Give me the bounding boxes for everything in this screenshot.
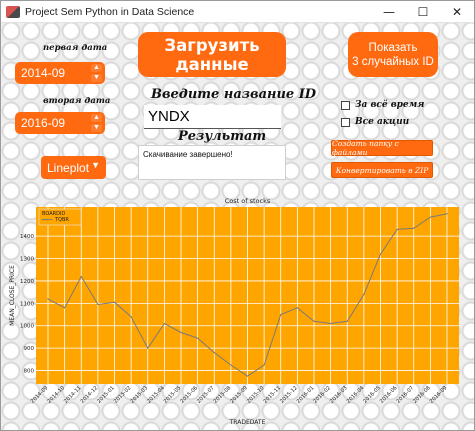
convert-zip-button[interactable]: Конвертировать в ZIP bbox=[331, 162, 433, 178]
data-point bbox=[446, 213, 448, 215]
first-date-value: 2014-09 bbox=[21, 66, 66, 80]
maximize-button[interactable]: ☐ bbox=[406, 1, 440, 23]
spin-down-icon[interactable]: ▼ bbox=[91, 124, 102, 132]
app-icon bbox=[6, 5, 20, 18]
y-tick-label: 1400 bbox=[20, 234, 34, 240]
stock-chart: Cost of stocks 800 900 1000 1100 1200 1300 1400… bbox=[9, 196, 466, 426]
window-title: Project Sem Python in Data Science bbox=[25, 5, 195, 18]
data-point bbox=[379, 253, 382, 255]
result-text: Скачивание завершено! bbox=[143, 150, 233, 159]
result-output: Скачивание завершено! bbox=[138, 145, 286, 180]
y-tick-label: 900 bbox=[24, 346, 35, 352]
data-point bbox=[396, 228, 398, 231]
create-folder-button[interactable]: Создать папку с файлами bbox=[331, 139, 433, 157]
chart-svg: Cost of stocks 800 900 1000 1100 1200 1300 1400… bbox=[9, 197, 459, 426]
plot-type-value: Lineplot bbox=[47, 160, 90, 175]
chevron-down-icon: ▼ bbox=[91, 160, 100, 170]
legend-entry: TQBR bbox=[54, 217, 69, 223]
data-point bbox=[130, 316, 132, 318]
y-axis-label: MEAN_CLOSE_PRICE bbox=[9, 265, 16, 326]
x-axis-label: TRADEDATE bbox=[229, 419, 266, 426]
id-input[interactable] bbox=[144, 105, 281, 129]
y-tick-label: 1200 bbox=[20, 279, 34, 285]
all-stocks-checkbox-row[interactable]: Все акции bbox=[341, 117, 409, 127]
minimize-button[interactable]: — bbox=[372, 1, 406, 23]
data-point bbox=[197, 337, 199, 339]
data-point bbox=[230, 364, 232, 366]
data-point bbox=[429, 216, 431, 218]
load-data-button[interactable]: Загрузить данные bbox=[138, 32, 286, 77]
data-point bbox=[97, 303, 99, 306]
second-date-spinner[interactable]: 2016-09 ▲ ▼ bbox=[15, 112, 105, 134]
data-point bbox=[213, 352, 215, 354]
plot-type-select[interactable]: Lineplot ▼ bbox=[41, 156, 106, 179]
close-button[interactable]: ✕ bbox=[440, 1, 474, 23]
data-point bbox=[47, 298, 49, 300]
y-tick-label: 1100 bbox=[20, 301, 34, 307]
first-date-label: первая дата bbox=[43, 43, 108, 53]
all-stocks-label: Все акции bbox=[355, 117, 410, 127]
second-date-value: 2016-09 bbox=[21, 116, 66, 130]
random-button-line1: Показать bbox=[368, 41, 418, 54]
data-point bbox=[280, 313, 282, 316]
id-label: Введите название ID bbox=[151, 87, 317, 102]
data-point bbox=[363, 293, 365, 295]
second-date-label: вторая дата bbox=[43, 96, 111, 106]
result-label: Результат bbox=[178, 129, 267, 144]
data-point bbox=[180, 331, 182, 334]
data-point bbox=[346, 320, 348, 322]
y-tick-label: 1300 bbox=[20, 257, 34, 263]
y-tick-label: 1000 bbox=[20, 324, 34, 330]
data-point bbox=[80, 275, 82, 278]
data-point bbox=[263, 364, 265, 366]
data-point bbox=[313, 320, 315, 322]
all-time-label: За всё время bbox=[355, 100, 425, 110]
all-time-checkbox[interactable] bbox=[341, 100, 350, 110]
data-point bbox=[330, 322, 332, 325]
data-point bbox=[64, 307, 66, 309]
first-date-spinner[interactable]: 2014-09 ▲ ▼ bbox=[15, 62, 105, 84]
spin-down-icon[interactable]: ▼ bbox=[91, 74, 102, 82]
x-tick-label: 2016-09 bbox=[429, 385, 449, 405]
data-point bbox=[113, 301, 116, 303]
data-point bbox=[246, 375, 249, 377]
y-tick-label: 800 bbox=[24, 369, 35, 375]
data-point bbox=[296, 307, 298, 309]
show-random-ids-button[interactable]: Показать 3 случайных ID bbox=[348, 32, 438, 77]
chart-title: Cost of stocks bbox=[225, 197, 271, 205]
window-controls: — ☐ ✕ bbox=[372, 1, 474, 23]
spin-up-icon[interactable]: ▲ bbox=[91, 64, 102, 72]
data-point bbox=[147, 347, 149, 349]
all-stocks-checkbox[interactable] bbox=[341, 117, 350, 127]
all-time-checkbox-row[interactable]: За всё время bbox=[341, 100, 424, 110]
data-point bbox=[163, 322, 165, 325]
app-window: Project Sem Python in Data Science — ☐ ✕… bbox=[0, 0, 475, 431]
spin-up-icon[interactable]: ▲ bbox=[91, 114, 102, 122]
random-button-line2: 3 случайных ID bbox=[352, 55, 434, 68]
title-bar: Project Sem Python in Data Science — ☐ ✕ bbox=[1, 1, 474, 23]
data-point bbox=[413, 227, 415, 229]
